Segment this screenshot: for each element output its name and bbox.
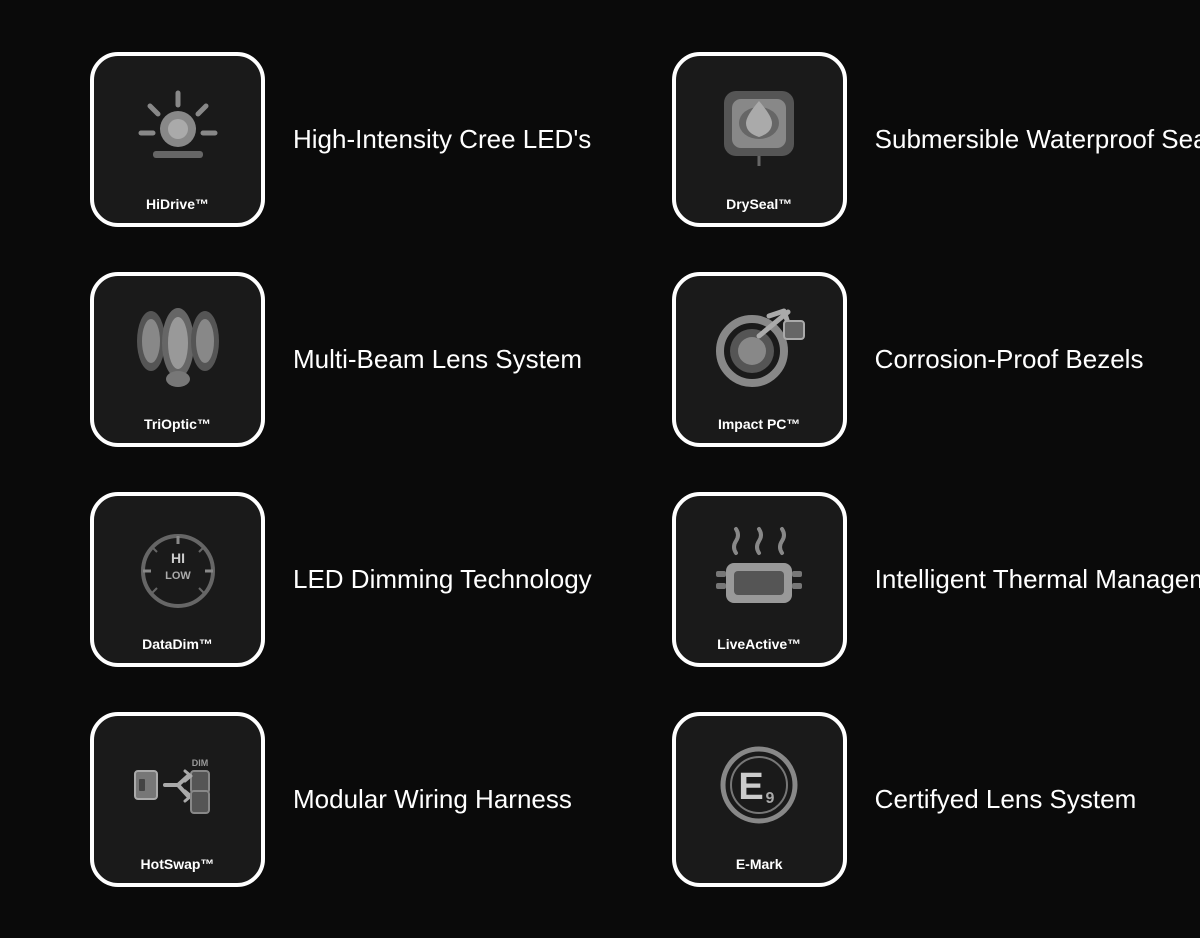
liveactive-icon bbox=[676, 496, 843, 638]
dryseal-icon-box: DrySeal™ bbox=[672, 52, 847, 227]
feature-dryseal: DrySeal™ Submersible Waterproof Seal bbox=[632, 29, 1200, 249]
liveactive-description: Intelligent Thermal Management bbox=[875, 564, 1200, 595]
hidrive-label: HiDrive™ bbox=[146, 197, 209, 212]
dryseal-icon bbox=[676, 56, 843, 198]
emark-description: Certifyed Lens System bbox=[875, 784, 1137, 815]
hotswap-icon: DIM bbox=[94, 716, 261, 858]
hotswap-icon-box: DIM HotSwap™ bbox=[90, 712, 265, 887]
feature-trioptic: TriOptic™ Multi-Beam Lens System bbox=[50, 249, 632, 469]
feature-hotswap: DIM HotSwap™ Modular Wiring Harness bbox=[50, 689, 632, 909]
trioptic-icon-box: TriOptic™ bbox=[90, 272, 265, 447]
feature-liveactive: LiveActive™ Intelligent Thermal Manageme… bbox=[632, 469, 1200, 689]
datadim-label: DataDim™ bbox=[142, 637, 213, 652]
emark-label: E-Mark bbox=[736, 857, 783, 872]
feature-emark: E 9 E-Mark Certifyed Lens System bbox=[632, 689, 1200, 909]
hidrive-description: High-Intensity Cree LED's bbox=[293, 124, 591, 155]
hotswap-label: HotSwap™ bbox=[141, 857, 215, 872]
feature-hidrive: HiDrive™ High-Intensity Cree LED's bbox=[50, 29, 632, 249]
datadim-icon-box: HI LOW DataDim™ bbox=[90, 492, 265, 667]
emark-icon-box: E 9 E-Mark bbox=[672, 712, 847, 887]
datadim-description: LED Dimming Technology bbox=[293, 564, 592, 595]
impactpc-description: Corrosion-Proof Bezels bbox=[875, 344, 1144, 375]
feature-datadim: HI LOW DataDim™ LED Dimming Technology bbox=[50, 469, 632, 689]
trioptic-description: Multi-Beam Lens System bbox=[293, 344, 582, 375]
hotswap-description: Modular Wiring Harness bbox=[293, 784, 572, 815]
trioptic-label: TriOptic™ bbox=[144, 417, 211, 432]
liveactive-label: LiveActive™ bbox=[717, 637, 801, 652]
impactpc-icon-box: Impact PC™ bbox=[672, 272, 847, 447]
dryseal-label: DrySeal™ bbox=[726, 197, 792, 212]
svg-text:HI: HI bbox=[171, 550, 185, 566]
hidrive-icon-box: HiDrive™ bbox=[90, 52, 265, 227]
liveactive-icon-box: LiveActive™ bbox=[672, 492, 847, 667]
feature-impactpc: Impact PC™ Corrosion-Proof Bezels bbox=[632, 249, 1200, 469]
emark-icon: E 9 bbox=[676, 716, 843, 858]
impactpc-label: Impact PC™ bbox=[718, 417, 800, 432]
svg-text:9: 9 bbox=[766, 790, 775, 807]
dryseal-description: Submersible Waterproof Seal bbox=[875, 124, 1200, 155]
hidrive-icon bbox=[94, 56, 261, 198]
impactpc-icon bbox=[676, 276, 843, 418]
datadim-icon: HI LOW bbox=[94, 496, 261, 638]
trioptic-icon bbox=[94, 276, 261, 418]
svg-text:DIM: DIM bbox=[191, 758, 208, 768]
feature-grid: HiDrive™ High-Intensity Cree LED's DrySe… bbox=[50, 29, 1150, 909]
svg-text:LOW: LOW bbox=[165, 570, 191, 582]
svg-text:E: E bbox=[738, 766, 763, 808]
